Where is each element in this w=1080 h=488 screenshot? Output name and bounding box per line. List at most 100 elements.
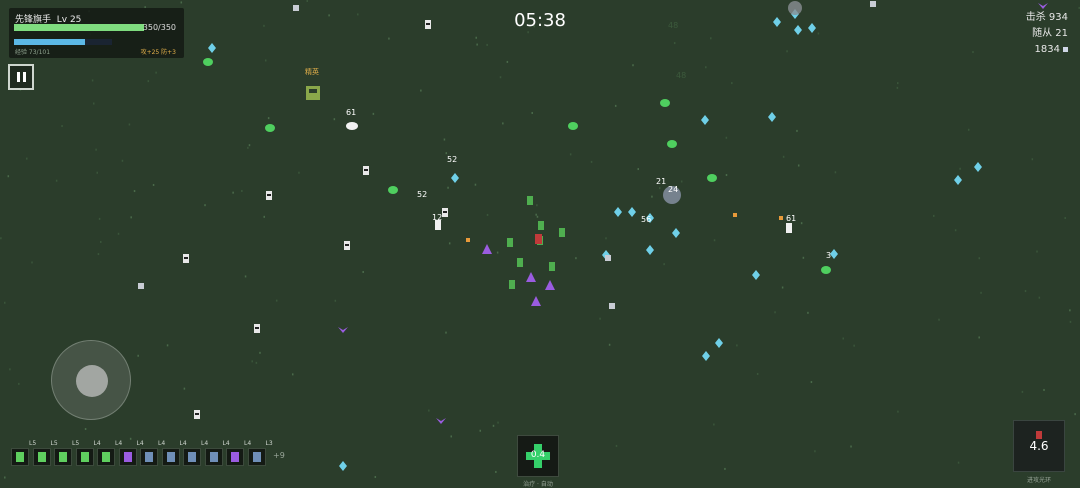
slime-enemy xyxy=(707,174,717,182)
crystal-enemy xyxy=(628,207,636,217)
grass-speck xyxy=(725,136,728,139)
grass-speck xyxy=(1069,320,1072,323)
follower-icon xyxy=(16,452,24,462)
bat-enemy xyxy=(1038,3,1048,9)
grass-speck xyxy=(486,43,488,46)
grass-speck xyxy=(705,66,707,69)
grass-speck xyxy=(615,444,618,447)
follower-level: L4 xyxy=(93,440,101,447)
follower-icon xyxy=(37,452,46,462)
grass-speck xyxy=(680,180,683,183)
buff-text: 攻+25 防+3 xyxy=(140,49,176,56)
bat-enemy xyxy=(436,418,446,424)
grass-speck xyxy=(933,214,935,217)
follower-icon xyxy=(231,452,239,462)
skeleton-eye xyxy=(364,169,368,171)
grass-speck xyxy=(1036,250,1038,253)
grass-speck xyxy=(499,76,502,79)
follower-level: L5 xyxy=(29,440,37,447)
grass-speck xyxy=(800,222,803,225)
crystal-enemy xyxy=(715,338,723,348)
skill-cooldown: 4.6 xyxy=(1029,439,1049,453)
grass-speck xyxy=(479,429,482,432)
crystal-enemy xyxy=(974,162,982,172)
kill-count: 击杀 934 xyxy=(1025,12,1068,23)
xp-text: 经验 73/101 xyxy=(15,49,51,56)
grass-speck xyxy=(1064,217,1066,220)
grass-speck xyxy=(1043,388,1045,391)
gem-count-row: 1834 xyxy=(1026,42,1068,58)
green-follower xyxy=(559,228,565,237)
grass-speck xyxy=(1038,296,1041,299)
grass-speck xyxy=(497,421,499,424)
game-timer: 05:38 xyxy=(514,10,566,31)
follower-slot xyxy=(161,448,180,466)
pause-button[interactable] xyxy=(8,64,34,90)
follower-slot xyxy=(54,448,72,466)
grass-speck xyxy=(713,239,716,242)
damage-number: 21 xyxy=(656,177,666,186)
grass-speck xyxy=(264,59,267,62)
skill-button[interactable]: 4.6 xyxy=(1013,420,1065,472)
grass-speck xyxy=(713,423,715,426)
damage-number: 12 xyxy=(432,213,442,222)
grass-speck xyxy=(797,164,800,167)
joystick-knob[interactable] xyxy=(76,365,108,397)
grass-speck xyxy=(259,351,261,354)
grass-speck xyxy=(496,251,499,254)
grass-speck xyxy=(130,216,132,219)
grass-speck xyxy=(152,183,155,186)
grass-speck xyxy=(756,372,759,375)
grass-speck xyxy=(241,189,243,192)
heal-cooldown: 0.4 xyxy=(530,450,546,460)
grass-speck xyxy=(575,257,577,260)
rock-enemy xyxy=(138,283,144,289)
grass-speck xyxy=(536,215,539,218)
follower-slot xyxy=(183,448,201,466)
slime-enemy xyxy=(203,58,213,66)
purple-follower xyxy=(531,296,541,306)
grass-speck xyxy=(374,475,377,478)
purple-follower xyxy=(526,272,536,282)
grass-speck xyxy=(248,144,251,147)
grass-speck xyxy=(298,171,300,174)
grass-speck xyxy=(959,167,961,170)
grass-speck xyxy=(291,373,294,376)
grass-speck xyxy=(486,213,489,216)
grass-speck xyxy=(957,461,960,464)
grass-speck xyxy=(4,476,6,479)
grass-speck xyxy=(0,237,2,240)
follower-slot xyxy=(32,448,51,466)
grass-speck xyxy=(128,123,131,126)
grass-speck xyxy=(95,148,97,151)
grass-speck xyxy=(658,187,661,190)
grass-speck xyxy=(614,104,617,107)
grass-speck xyxy=(18,382,20,385)
grass-speck xyxy=(786,50,788,53)
grass-speck xyxy=(972,51,974,54)
follower-overflow-count: +9 xyxy=(273,451,285,460)
grass-speck xyxy=(267,117,270,120)
grass-speck xyxy=(725,174,728,177)
gem-count: 1834 xyxy=(1034,44,1060,55)
grass-speck xyxy=(450,435,452,438)
grass-speck xyxy=(782,155,785,158)
grass-speck xyxy=(263,215,265,218)
green-follower xyxy=(507,238,513,247)
skeleton-eye xyxy=(443,211,447,213)
heal-button[interactable]: 0.4 xyxy=(517,435,559,477)
grass-speck xyxy=(724,467,726,470)
skeleton-eye xyxy=(195,413,199,415)
elite-label: 精英 xyxy=(305,67,319,76)
grass-speck xyxy=(796,129,798,132)
slime-enemy xyxy=(265,124,275,132)
grass-speck xyxy=(26,157,28,160)
battlefield: 精英61521252212456 6148483 xyxy=(0,0,1080,479)
grass-speck xyxy=(938,318,940,321)
grass-speck xyxy=(147,80,150,83)
grass-speck xyxy=(853,344,855,347)
grass-speck xyxy=(492,424,495,427)
virtual-joystick[interactable] xyxy=(51,340,131,420)
grass-speck xyxy=(275,299,278,302)
follower-icon xyxy=(123,452,132,462)
